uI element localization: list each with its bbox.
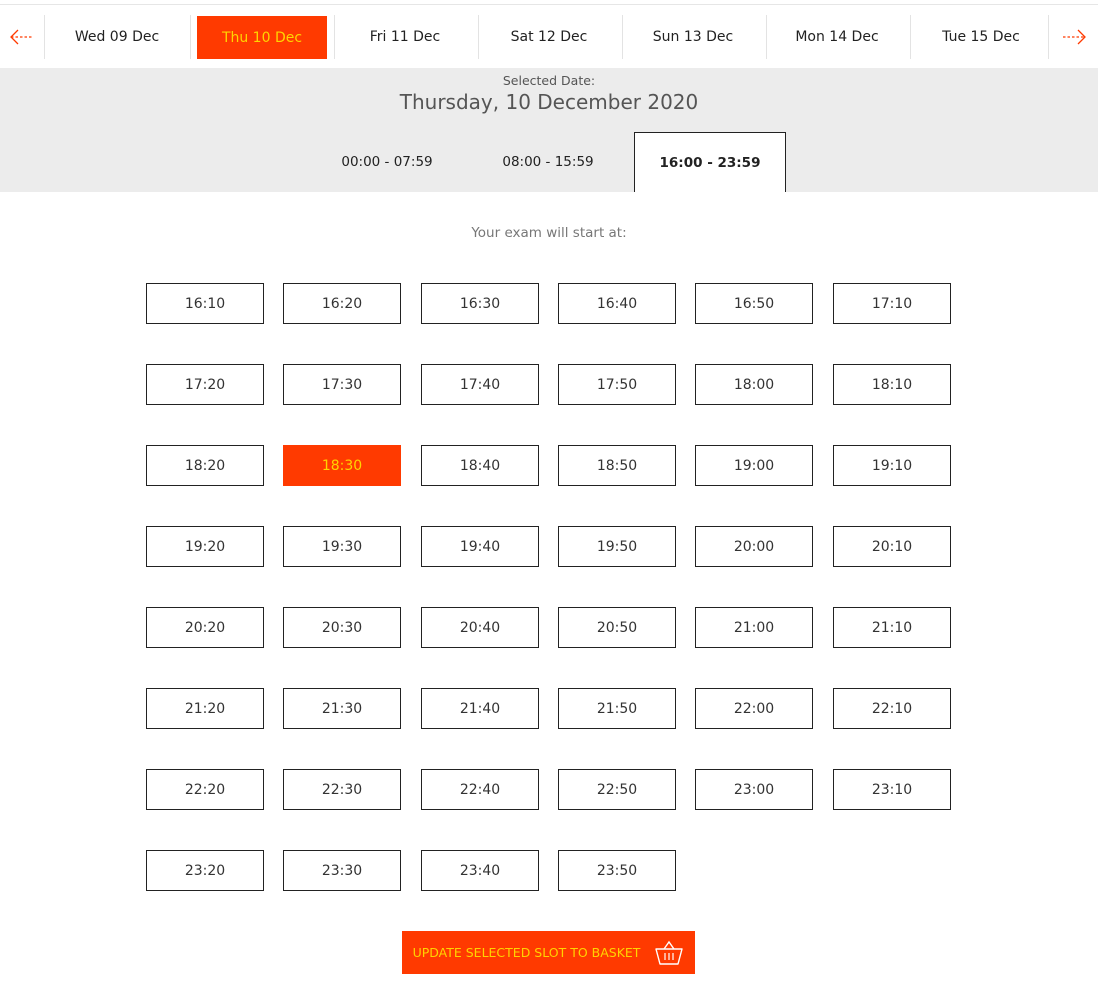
time-slot-button[interactable]: 20:40 [421,607,539,648]
day-tab[interactable]: Mon 14 Dec [766,15,908,59]
time-slot-button[interactable]: 16:50 [695,283,813,324]
time-slot-button[interactable]: 16:30 [421,283,539,324]
time-slot-button[interactable]: 23:00 [695,769,813,810]
time-slot-button[interactable]: 23:40 [421,850,539,891]
time-slot-button[interactable]: 21:30 [283,688,401,729]
time-slot-button[interactable]: 17:20 [146,364,264,405]
time-slot-button[interactable]: 20:20 [146,607,264,648]
time-range-tab[interactable]: 16:00 - 23:59 [634,132,786,192]
time-slot-button[interactable]: 18:20 [146,445,264,486]
day-separator [190,15,191,59]
time-range-tab[interactable]: 00:00 - 07:59 [311,132,463,192]
time-slot-button[interactable]: 20:30 [283,607,401,648]
time-slot-button[interactable]: 18:00 [695,364,813,405]
time-range-tab[interactable]: 08:00 - 15:59 [472,132,624,192]
day-separator [910,15,911,59]
time-slot-button[interactable]: 21:10 [833,607,951,648]
next-week-button[interactable] [1052,5,1096,69]
previous-week-button[interactable] [0,5,44,69]
time-slot-button[interactable]: 20:00 [695,526,813,567]
time-slot-button[interactable]: 19:50 [558,526,676,567]
day-tab[interactable]: Wed 09 Dec [46,15,188,59]
exam-start-heading: Your exam will start at: [471,225,627,241]
arrow-right-icon [1063,29,1086,45]
arrow-left-icon [10,29,33,45]
time-slot-button[interactable]: 20:50 [558,607,676,648]
day-tab[interactable]: Fri 11 Dec [334,15,476,59]
time-slot-button[interactable]: 21:20 [146,688,264,729]
basket-icon [654,940,684,966]
day-separator [622,15,623,59]
day-separator [766,15,767,59]
time-slot-button[interactable]: 16:20 [283,283,401,324]
time-slot-button[interactable]: 19:20 [146,526,264,567]
time-slot-button[interactable]: 18:30 [283,445,401,486]
time-slot-button[interactable]: 23:20 [146,850,264,891]
time-slot-button[interactable]: 22:10 [833,688,951,729]
time-slot-button[interactable]: 22:50 [558,769,676,810]
time-slot-button[interactable]: 21:40 [421,688,539,729]
time-slot-button[interactable]: 21:00 [695,607,813,648]
day-separator [478,15,479,59]
time-slot-button[interactable]: 17:50 [558,364,676,405]
day-separator [1048,15,1049,59]
selected-date-label: Selected Date: [502,73,596,88]
time-slot-button[interactable]: 22:40 [421,769,539,810]
time-slot-button[interactable]: 16:10 [146,283,264,324]
update-basket-button[interactable]: UPDATE SELECTED SLOT TO BASKET [402,931,695,974]
time-slot-button[interactable]: 23:30 [283,850,401,891]
time-slot-button[interactable]: 18:40 [421,445,539,486]
selected-date-value: Thursday, 10 December 2020 [399,90,699,114]
day-tab[interactable]: Thu 10 Dec [197,16,327,59]
time-slot-button[interactable]: 19:40 [421,526,539,567]
time-slot-button[interactable]: 17:40 [421,364,539,405]
time-slot-button[interactable]: 23:10 [833,769,951,810]
update-basket-label: UPDATE SELECTED SLOT TO BASKET [412,945,641,960]
time-slot-button[interactable]: 19:30 [283,526,401,567]
time-slot-button[interactable]: 21:50 [558,688,676,729]
day-tab[interactable]: Sun 13 Dec [622,15,764,59]
day-tab[interactable]: Tue 15 Dec [910,15,1052,59]
day-separator [334,15,335,59]
time-slot-button[interactable]: 19:10 [833,445,951,486]
time-slot-button[interactable]: 16:40 [558,283,676,324]
time-slot-button[interactable]: 17:10 [833,283,951,324]
time-slot-button[interactable]: 17:30 [283,364,401,405]
date-strip: Wed 09 Dec Thu 10 Dec Fri 11 Dec Sat 12 Dec… [0,4,1098,68]
time-slot-button[interactable]: 18:10 [833,364,951,405]
time-slot-button[interactable]: 22:00 [695,688,813,729]
selected-date-panel: Selected Date: Thursday, 10 December 202… [0,68,1098,192]
day-separator [44,15,45,59]
time-slot-button[interactable]: 22:20 [146,769,264,810]
time-slot-button[interactable]: 23:50 [558,850,676,891]
time-slot-button[interactable]: 22:30 [283,769,401,810]
time-slot-button[interactable]: 18:50 [558,445,676,486]
time-slot-button[interactable]: 20:10 [833,526,951,567]
time-slot-button[interactable]: 19:00 [695,445,813,486]
day-tab[interactable]: Sat 12 Dec [478,15,620,59]
